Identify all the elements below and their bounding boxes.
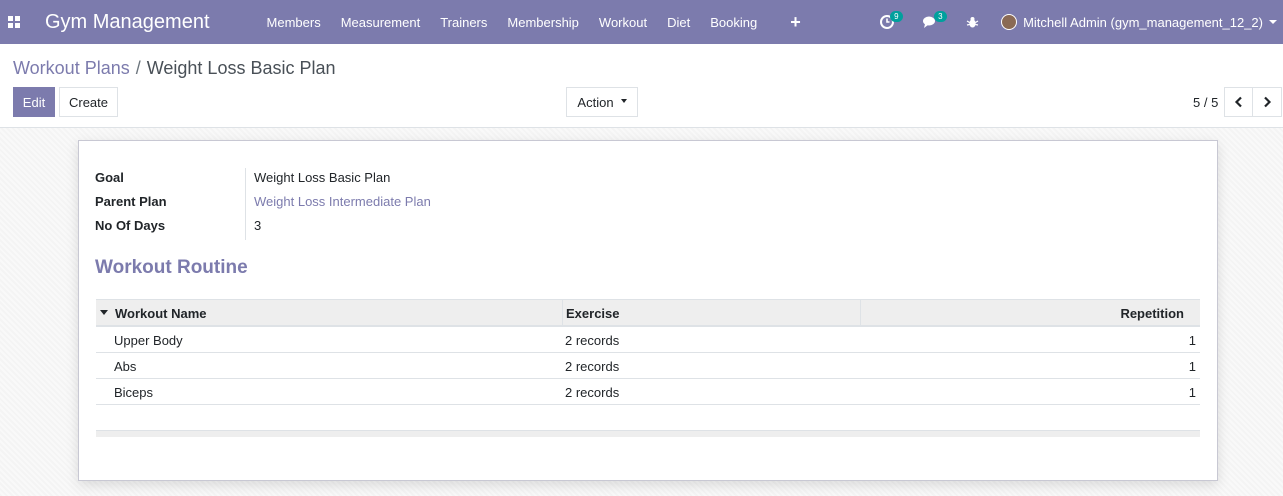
section-title: Workout Routine (95, 257, 248, 278)
control-panel: Workout Plans / Weight Loss Basic Plan Edi… (0, 44, 1283, 128)
workout-name-cell: Upper Body (114, 333, 183, 348)
table-header: Workout Name Exercise Repetition (96, 299, 1200, 327)
app-brand[interactable]: Gym Management (45, 11, 210, 34)
action-label: Action (577, 94, 614, 110)
debug-menu[interactable] (956, 0, 989, 44)
goal-value: Weight Loss Basic Plan (254, 170, 391, 185)
bug-icon (966, 16, 979, 27)
user-name: Mitchell Admin (gym_management_12_2) (1023, 14, 1263, 30)
goal-label: Goal (95, 170, 124, 185)
messages-menu[interactable]: 3 (912, 0, 956, 44)
apps-menu-icon[interactable] (0, 0, 28, 44)
edit-button[interactable]: Edit (13, 87, 55, 117)
pager-next-button[interactable] (1252, 87, 1282, 117)
repetition-cell: 1 (1188, 359, 1196, 374)
menu-membership[interactable]: Membership (497, 0, 589, 44)
column-divider (860, 300, 861, 326)
user-menu[interactable]: Mitchell Admin (gym_management_12_2) (989, 14, 1283, 30)
column-workout-name[interactable]: Workout Name (115, 306, 207, 321)
column-exercise[interactable]: Exercise (566, 306, 620, 321)
parent-plan-label: Parent Plan (95, 194, 167, 209)
parent-plan-link[interactable]: Weight Loss Intermediate Plan (254, 194, 431, 209)
systray: 9 3 Mitchell Admin (gym_management_12_2) (870, 0, 1283, 44)
workout-name-cell: Biceps (114, 385, 154, 400)
form-sheet: Goal Weight Loss Basic Plan Parent Plan … (78, 140, 1218, 481)
menu-trainers[interactable]: Trainers (430, 0, 497, 44)
action-dropdown[interactable]: Action (566, 87, 638, 117)
no-of-days-value: 3 (254, 218, 262, 233)
field-divider (245, 168, 246, 240)
table-row[interactable]: Abs 2 records 1 (96, 353, 1200, 379)
plus-icon[interactable]: + (767, 0, 823, 44)
main-menu: Members Measurement Trainers Membership … (257, 0, 823, 44)
column-repetition[interactable]: Repetition (1120, 306, 1184, 321)
menu-members[interactable]: Members (257, 0, 331, 44)
pager-previous-button[interactable] (1224, 87, 1253, 117)
breadcrumb-current: Weight Loss Basic Plan (146, 58, 336, 78)
pager-value[interactable]: 5 / 5 (1193, 95, 1218, 110)
top-navbar: Gym Management Members Measurement Train… (0, 0, 1283, 44)
menu-measurement[interactable]: Measurement (331, 0, 430, 44)
no-of-days-label: No Of Days (95, 218, 166, 233)
avatar (1001, 14, 1018, 30)
table-row[interactable]: Biceps 2 records 1 (96, 379, 1200, 405)
exercise-cell: 2 records (565, 385, 620, 400)
sort-caret-icon[interactable] (100, 310, 108, 315)
table-row[interactable]: Upper Body 2 records 1 (96, 327, 1200, 353)
activity-badge: 9 (890, 11, 903, 22)
caret-down-icon (620, 99, 627, 103)
menu-diet[interactable]: Diet (657, 0, 700, 44)
activity-menu[interactable]: 9 (870, 0, 912, 44)
workout-routine-table: Workout Name Exercise Repetition Upper B… (96, 299, 1200, 437)
column-divider (562, 300, 563, 326)
breadcrumb-separator: / (135, 58, 141, 78)
menu-booking[interactable]: Booking (700, 0, 767, 44)
repetition-cell: 1 (1188, 333, 1196, 348)
table-footer (96, 430, 1200, 437)
breadcrumb: Workout Plans / Weight Loss Basic Plan (13, 58, 336, 79)
exercise-cell: 2 records (565, 359, 620, 374)
breadcrumb-parent[interactable]: Workout Plans (13, 58, 130, 78)
messages-badge: 3 (934, 11, 947, 22)
create-button[interactable]: Create (59, 87, 118, 117)
chevron-right-icon (1264, 96, 1272, 108)
workout-name-cell: Abs (114, 359, 137, 374)
chevron-down-icon (1269, 20, 1277, 24)
menu-workout[interactable]: Workout (589, 0, 657, 44)
exercise-cell: 2 records (565, 333, 620, 348)
chevron-left-icon (1234, 96, 1242, 108)
repetition-cell: 1 (1188, 385, 1196, 400)
